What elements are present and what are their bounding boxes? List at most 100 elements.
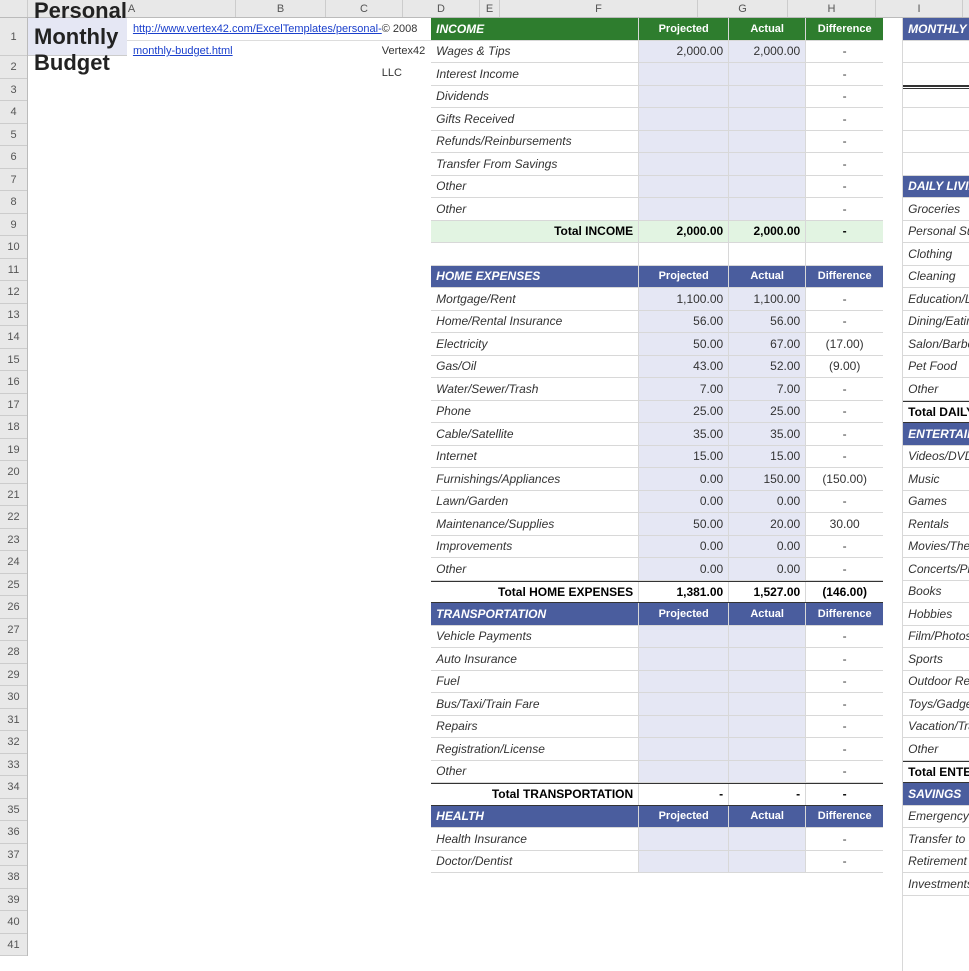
row-label[interactable]: Film/Photos — [903, 626, 969, 648]
template-link[interactable]: http://www.vertex42.com/ExcelTemplates/p… — [127, 18, 382, 40]
row-header[interactable]: 20 — [0, 461, 27, 484]
row-label[interactable]: Games — [903, 491, 969, 513]
cell-actual[interactable]: 150.00 — [729, 468, 806, 490]
cell-projected[interactable] — [639, 626, 729, 648]
row-header[interactable]: 7 — [0, 169, 27, 192]
section-header[interactable]: DAILY LIVING Projected Actual Difference — [903, 176, 969, 199]
row-label[interactable]: Pet Food — [903, 356, 969, 378]
cell-actual[interactable]: 67.00 — [729, 333, 806, 355]
table-row[interactable]: Auto Insurance - — [431, 648, 883, 671]
summary-expenses-row[interactable]: Total Expenses 1,381.00 1,527.00 (146.00… — [903, 63, 969, 86]
row-label[interactable]: Emergency Fund — [903, 806, 969, 828]
cell-actual[interactable]: 0.00 — [729, 491, 806, 513]
table-row[interactable]: Books - — [903, 581, 969, 604]
row-header[interactable]: 39 — [0, 889, 27, 912]
section-header[interactable]: HEALTH Projected Actual Difference — [431, 806, 883, 829]
row-label[interactable]: Auto Insurance — [431, 648, 639, 670]
row-label[interactable]: Videos/DVDs — [903, 446, 969, 468]
cell-difference[interactable]: (9.00) — [806, 356, 883, 378]
row-label[interactable]: Fuel — [431, 671, 639, 693]
row-label[interactable]: Music — [903, 468, 969, 490]
cell-projected[interactable]: 0.00 — [639, 536, 729, 558]
table-row[interactable]: Electricity 50.00 67.00 (17.00) — [431, 333, 883, 356]
table-row[interactable]: Interest Income - — [431, 63, 883, 86]
table-row[interactable]: Maintenance/Supplies 50.00 20.00 30.00 — [431, 513, 883, 536]
row-header[interactable]: 18 — [0, 416, 27, 439]
col-header-g[interactable]: G — [698, 0, 788, 17]
cell-projected[interactable] — [639, 108, 729, 130]
cell-difference[interactable]: - — [806, 446, 883, 468]
row-header[interactable]: 9 — [0, 214, 27, 237]
table-row[interactable]: Salon/Barber - — [903, 333, 969, 356]
cell-projected[interactable] — [639, 761, 729, 783]
table-row[interactable]: Other - — [431, 761, 883, 784]
row-header[interactable]: 14 — [0, 326, 27, 349]
cell-difference[interactable]: - — [806, 828, 883, 850]
row-label[interactable]: Internet — [431, 446, 639, 468]
row-header[interactable]: 6 — [0, 146, 27, 169]
cell-actual[interactable]: 35.00 — [729, 423, 806, 445]
row-header[interactable]: 29 — [0, 664, 27, 687]
cell-projected[interactable]: 50.00 — [639, 513, 729, 535]
section-header[interactable]: ENTERTAINMENT Projected Actual Differenc… — [903, 423, 969, 446]
col-header-e[interactable]: E — [480, 0, 500, 17]
cell-projected[interactable] — [639, 176, 729, 198]
table-row[interactable]: Rentals - — [903, 513, 969, 536]
table-row[interactable]: Concerts/Plays - — [903, 558, 969, 581]
blank-row[interactable] — [431, 243, 883, 266]
col-header-h[interactable]: H — [788, 0, 876, 17]
table-row[interactable]: Vacation/Travel - — [903, 716, 969, 739]
row-label[interactable]: Improvements — [431, 536, 639, 558]
row-label[interactable]: Movies/Theater — [903, 536, 969, 558]
cell-difference[interactable]: - — [806, 716, 883, 738]
cell-difference[interactable]: - — [806, 401, 883, 423]
table-row[interactable]: Internet 15.00 15.00 - — [431, 446, 883, 469]
blank-row[interactable] — [903, 153, 969, 176]
cell-actual[interactable] — [729, 671, 806, 693]
cell-actual[interactable] — [729, 626, 806, 648]
total-row[interactable]: Total INCOME 2,000.00 2,000.00 - — [431, 221, 883, 244]
table-row[interactable]: Film/Photos - — [903, 626, 969, 649]
blank-row[interactable] — [903, 131, 969, 154]
row-label[interactable]: Lawn/Garden — [431, 491, 639, 513]
table-row[interactable]: Toys/Gadgets - — [903, 693, 969, 716]
cell-actual[interactable]: 15.00 — [729, 446, 806, 468]
row-header[interactable]: 30 — [0, 686, 27, 709]
table-row[interactable]: Transfer From Savings - — [431, 153, 883, 176]
cell-actual[interactable] — [729, 761, 806, 783]
table-row[interactable]: Retirement (401k, IRA) - — [903, 851, 969, 874]
row-label[interactable]: Vacation/Travel — [903, 716, 969, 738]
select-all-corner[interactable] — [0, 0, 28, 17]
table-row[interactable]: Other - — [903, 378, 969, 401]
summary-net-row[interactable]: NET 619.00 473.00 (146.00) — [903, 86, 969, 109]
cell-difference[interactable]: - — [806, 671, 883, 693]
table-row[interactable]: Clothing - — [903, 243, 969, 266]
cell-actual[interactable]: 2,000.00 — [729, 41, 806, 63]
row-header[interactable]: 38 — [0, 866, 27, 889]
cell-difference[interactable]: - — [806, 176, 883, 198]
row-header[interactable]: 27 — [0, 619, 27, 642]
row-label[interactable]: Salon/Barber — [903, 333, 969, 355]
table-row[interactable]: Other - — [431, 198, 883, 221]
cell-actual[interactable] — [729, 693, 806, 715]
summary-income-row[interactable]: Total Income 2,000.00 2,000.00 0.00 — [903, 41, 969, 64]
row-label[interactable]: Sports — [903, 648, 969, 670]
row-label[interactable]: Interest Income — [431, 63, 639, 85]
row-label[interactable]: Refunds/Reinbursements — [431, 131, 639, 153]
row-label[interactable]: Vehicle Payments — [431, 626, 639, 648]
table-row[interactable]: Groceries - — [903, 198, 969, 221]
row-header[interactable]: 19 — [0, 439, 27, 462]
row-label[interactable]: Concerts/Plays — [903, 558, 969, 580]
cell-actual[interactable]: 56.00 — [729, 311, 806, 333]
row-label[interactable]: Education/Lessons — [903, 288, 969, 310]
table-row[interactable]: Bus/Taxi/Train Fare - — [431, 693, 883, 716]
row-label[interactable]: Other — [903, 378, 969, 400]
col-header-b[interactable]: B — [236, 0, 326, 17]
cell-projected[interactable] — [639, 153, 729, 175]
cell-actual[interactable]: 20.00 — [729, 513, 806, 535]
row-label[interactable]: Repairs — [431, 716, 639, 738]
cell-difference[interactable]: - — [806, 491, 883, 513]
row-label[interactable]: Hobbies — [903, 603, 969, 625]
cell-difference[interactable]: - — [806, 626, 883, 648]
cell-difference[interactable]: - — [806, 198, 883, 220]
